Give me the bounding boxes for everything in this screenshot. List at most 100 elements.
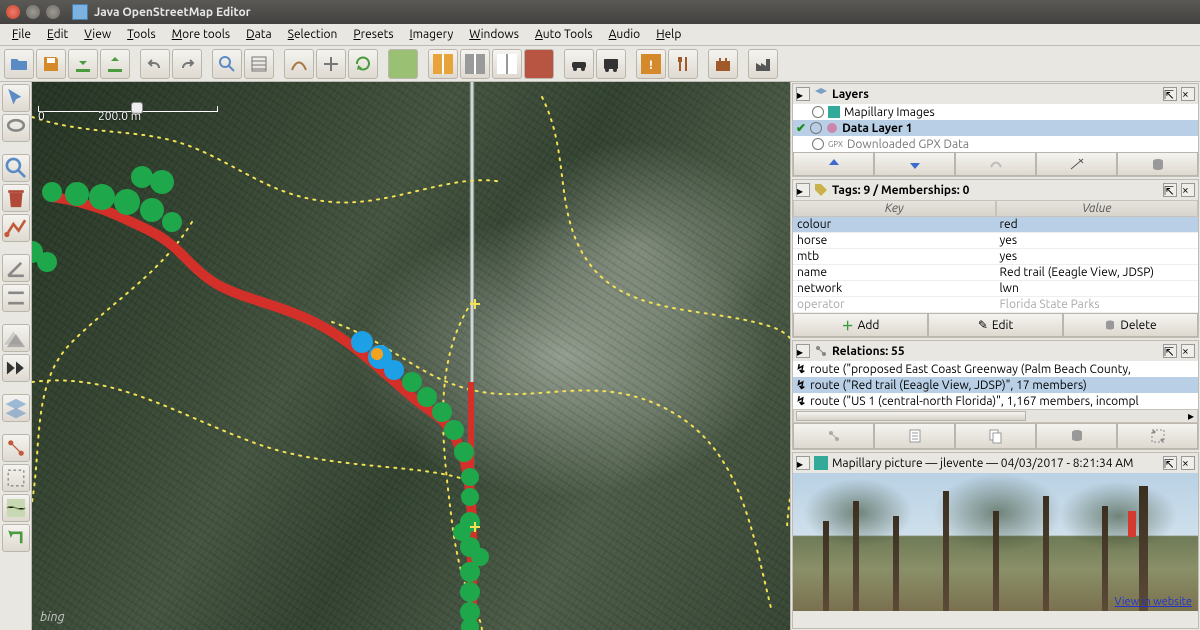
panel-collapse-icon[interactable]: ▸ — [796, 183, 810, 197]
relation-row[interactable]: ↯route ("Red trail (Eeagle View, JDSP)",… — [793, 377, 1198, 393]
preset-car-button[interactable] — [564, 49, 594, 79]
menu-data[interactable]: Data — [238, 26, 280, 43]
download-button[interactable] — [68, 49, 98, 79]
menu-tools[interactable]: Tools — [119, 26, 164, 43]
panel-sticky-icon[interactable]: ⇱ — [1163, 183, 1177, 197]
window-minimize-button[interactable] — [26, 5, 40, 19]
view-in-website-link[interactable]: View in website — [1115, 596, 1192, 608]
tag-row[interactable]: mtbyes — [793, 249, 1198, 265]
building-tool[interactable] — [2, 324, 30, 352]
mapillary-panel: ▸ Mapillary picture — jlevente — 04/03/2… — [792, 452, 1199, 629]
way-tool-button[interactable] — [284, 49, 314, 79]
menu-file[interactable]: File — [4, 26, 39, 43]
preset-building-button[interactable] — [524, 49, 554, 79]
panel-sticky-icon[interactable]: ⇱ — [1163, 456, 1177, 470]
tag-row[interactable]: colourred — [793, 217, 1198, 233]
rel-select-button[interactable] — [1117, 423, 1198, 449]
tag-row[interactable]: horseyes — [793, 233, 1198, 249]
titlebar: Java OpenStreetMap Editor — [0, 0, 1200, 24]
preferences-button[interactable] — [244, 49, 274, 79]
tag-row[interactable]: operatorFlorida State Parks — [793, 297, 1198, 313]
menu-selection[interactable]: Selection — [280, 26, 346, 43]
panel-sticky-icon[interactable]: ⇱ — [1163, 87, 1177, 101]
split-tool-button[interactable] — [316, 49, 346, 79]
panel-close-icon[interactable]: × — [1181, 183, 1195, 197]
rel-duplicate-button[interactable] — [955, 423, 1036, 449]
redo-button[interactable] — [172, 49, 202, 79]
panel-close-icon[interactable]: × — [1181, 87, 1195, 101]
panel-collapse-icon[interactable]: ▸ — [796, 344, 810, 358]
layers-title: Layers — [832, 88, 1159, 101]
relation-row[interactable]: ↯route ("US 1 (central-north Florida)", … — [793, 393, 1198, 409]
reverse-tool[interactable] — [2, 524, 30, 552]
menu-windows[interactable]: Windows — [461, 26, 527, 43]
layer-delete-button[interactable] — [1117, 152, 1198, 176]
menu-audio[interactable]: Audio — [601, 26, 649, 43]
visibility-icon[interactable] — [810, 122, 822, 134]
fastforward-tool[interactable] — [2, 354, 30, 382]
lasso-tool[interactable] — [2, 114, 30, 142]
tag-row[interactable]: networklwn — [793, 281, 1198, 297]
window-maximize-button[interactable] — [46, 5, 60, 19]
preset-industrial-button[interactable] — [748, 49, 778, 79]
parallel-tool[interactable] — [2, 284, 30, 312]
draw-way-tool[interactable] — [2, 214, 30, 242]
panel-collapse-icon[interactable]: ▸ — [796, 456, 810, 470]
menu-more-tools[interactable]: More tools — [164, 26, 238, 43]
preset-secondary-button[interactable] — [460, 49, 490, 79]
open-button[interactable] — [4, 49, 34, 79]
select-tool[interactable] — [2, 84, 30, 112]
panel-close-icon[interactable]: × — [1181, 344, 1195, 358]
preset-landuse-button[interactable] — [388, 49, 418, 79]
map-canvas[interactable]: 0 200.0 m bing — [32, 82, 790, 630]
tag-add-button[interactable]: ＋Add — [793, 313, 928, 337]
panel-collapse-icon[interactable]: ▸ — [796, 87, 810, 101]
tag-delete-button[interactable]: Delete — [1063, 313, 1198, 337]
preset-bus-button[interactable] — [596, 49, 626, 79]
relation-row[interactable]: ↯route ("proposed East Coast Greenway (P… — [793, 361, 1198, 377]
panel-close-icon[interactable]: × — [1181, 456, 1195, 470]
zoom-tool[interactable] — [2, 154, 30, 182]
layers-tool[interactable] — [2, 394, 30, 422]
visibility-icon[interactable] — [812, 106, 824, 118]
menu-presets[interactable]: Presets — [345, 26, 401, 43]
search-button[interactable] — [212, 49, 242, 79]
refresh-button[interactable] — [348, 49, 378, 79]
preset-restaurant-button[interactable] — [668, 49, 698, 79]
layer-up-button[interactable] — [793, 152, 874, 176]
menu-imagery[interactable]: Imagery — [402, 26, 462, 43]
menu-view[interactable]: View — [76, 26, 119, 43]
tag-edit-button[interactable]: ✎Edit — [928, 313, 1063, 337]
tag-row[interactable]: nameRed trail (Eeagle View, JDSP) — [793, 265, 1198, 281]
save-button[interactable] — [36, 49, 66, 79]
layer-down-button[interactable] — [874, 152, 955, 176]
layer-row[interactable]: GPX Downloaded GPX Data — [793, 136, 1198, 152]
preset-service-button[interactable] — [492, 49, 522, 79]
menu-edit[interactable]: Edit — [39, 26, 76, 43]
preset-castle-button[interactable] — [708, 49, 738, 79]
rel-new-button[interactable] — [793, 423, 874, 449]
menu-auto-tools[interactable]: Auto Tools — [527, 26, 601, 43]
preset-motorway-button[interactable] — [428, 49, 458, 79]
layer-row[interactable]: ✔ Data Layer 1 — [793, 120, 1198, 136]
layer-opacity-button[interactable] — [1036, 152, 1117, 176]
visibility-icon[interactable] — [812, 138, 824, 150]
angle-tool[interactable] — [2, 254, 30, 282]
undo-button[interactable] — [140, 49, 170, 79]
delete-tool[interactable] — [2, 184, 30, 212]
mapillary-image[interactable]: View in website — [793, 473, 1198, 611]
relations-tool[interactable] — [2, 434, 30, 462]
window-close-button[interactable] — [6, 5, 20, 19]
panel-sticky-icon[interactable]: ⇱ — [1163, 344, 1177, 358]
upload-button[interactable] — [100, 49, 130, 79]
preset-caution-button[interactable]: ! — [636, 49, 666, 79]
map-style-tool[interactable] — [2, 494, 30, 522]
rel-delete-button[interactable] — [1036, 423, 1117, 449]
rel-edit-button[interactable] — [874, 423, 955, 449]
menu-help[interactable]: Help — [648, 26, 689, 43]
layer-row[interactable]: Mapillary Images — [793, 104, 1198, 120]
tag-icon — [814, 183, 828, 197]
validate-tool[interactable] — [2, 464, 30, 492]
relations-scrollbar[interactable]: ◂▸ — [793, 409, 1198, 423]
layer-toggle-button[interactable] — [955, 152, 1036, 176]
